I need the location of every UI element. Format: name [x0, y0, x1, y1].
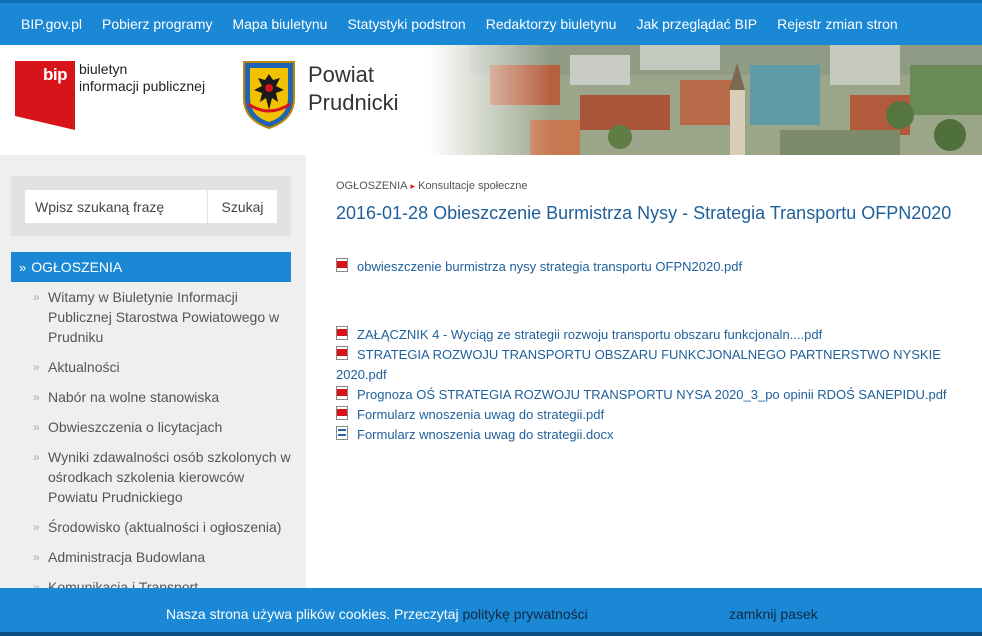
top-navigation: BIP.gov.pl Pobierz programy Mapa biulety… — [0, 0, 982, 45]
submenu-item-label: Obwieszczenia o licytacjach — [48, 419, 223, 435]
page-title: 2016-01-28 Obieszczenie Burmistrza Nysy … — [336, 203, 952, 223]
attachment-link[interactable]: ZAŁĄCZNIK 4 - Wyciąg ze strategii rozwoj… — [336, 325, 976, 345]
submenu-item-label: Witamy w Biuletynie Informacji Publiczne… — [48, 289, 280, 345]
breadcrumb-separator-icon: ▸ — [410, 181, 416, 191]
bip-line-1: biuletyn — [79, 61, 128, 77]
search-input[interactable] — [25, 190, 207, 223]
bip-logo[interactable]: bip biuletyn informacji publicznej — [15, 61, 215, 131]
town-aerial-photo — [430, 45, 982, 155]
powiat-line-2: Prudnicki — [308, 90, 399, 115]
bip-logo-tail — [15, 116, 75, 130]
privacy-policy-link[interactable]: politykę prywatności — [462, 606, 587, 622]
attachment-label: obwieszczenie burmistrza nysy strategia … — [357, 259, 743, 274]
main-content: OGŁOSZENIA ▸ Konsultacje społeczne 2016-01… — [306, 155, 982, 588]
submenu-item-label: Administracja Budowlana — [48, 549, 206, 565]
attachment-label: STRATEGIA ROZWOJU TRANSPORTU OBSZARU FUN… — [336, 347, 941, 382]
attachment-label: Formularz wnoszenia uwag do strategii.do… — [357, 427, 614, 442]
attachment-label: ZAŁĄCZNIK 4 - Wyciąg ze strategii rozwoj… — [357, 327, 823, 342]
pdf-file-icon — [336, 345, 357, 365]
word-file-icon — [336, 425, 357, 445]
nav-link-pobierz-programy[interactable]: Pobierz programy — [92, 16, 223, 32]
breadcrumb-current[interactable]: Konsultacje społeczne — [418, 180, 527, 192]
attachments-list: obwieszczenie burmistrza nysy strategia … — [336, 257, 976, 445]
cookie-message: Nasza strona używa plików cookies. Przec… — [166, 606, 459, 622]
powiat-crest-icon[interactable] — [240, 58, 298, 130]
attachment-label: Prognoza OŚ STRATEGIA ROZWOJU TRANSPORTU… — [357, 387, 947, 402]
submenu: » Witamy w Biuletynie Informacji Publiczn… — [33, 287, 295, 607]
nav-link-jak-przegladac[interactable]: Jak przeglądać BIP — [626, 16, 767, 32]
cookie-message-wrap: Nasza strona używa plików cookies. Przec… — [166, 606, 588, 622]
chevron-right-icon: » — [33, 520, 40, 534]
search-button[interactable]: Szukaj — [207, 190, 277, 223]
bip-logo-text: bip — [43, 65, 68, 84]
submenu-item[interactable]: » Aktualności — [33, 357, 295, 377]
submenu-item-label: Aktualności — [48, 359, 120, 375]
chevron-right-icon: » — [19, 259, 27, 275]
attachment-link[interactable]: STRATEGIA ROZWOJU TRANSPORTU OBSZARU FUN… — [336, 345, 976, 385]
submenu-item[interactable]: » Środowisko (aktualności i ogłoszenia) — [33, 517, 295, 537]
powiat-name: Powiat Prudnicki — [308, 61, 398, 117]
site-header: bip biuletyn informacji publicznej Powia… — [0, 45, 982, 155]
nav-link-statystyki[interactable]: Statystyki podstron — [337, 16, 475, 32]
chevron-right-icon: » — [33, 450, 40, 464]
attachment-link[interactable]: Formularz wnoszenia uwag do strategii.do… — [336, 425, 976, 445]
attachment-label: Formularz wnoszenia uwag do strategii.pd… — [357, 407, 605, 422]
breadcrumb: OGŁOSZENIA ▸ Konsultacje społeczne — [336, 180, 528, 192]
menu-item-label: OGŁOSZENIA — [31, 259, 123, 275]
bip-logo-words: biuletyn informacji publicznej — [79, 61, 205, 95]
submenu-item-label: Środowisko (aktualności i ogłoszenia) — [48, 519, 282, 535]
pdf-file-icon — [336, 385, 357, 405]
powiat-line-1: Powiat — [308, 62, 375, 87]
attachment-link[interactable]: Prognoza OŚ STRATEGIA ROZWOJU TRANSPORTU… — [336, 385, 976, 405]
chevron-right-icon: » — [33, 390, 40, 404]
left-sidebar: Szukaj » OGŁOSZENIA » Witamy w Biuletynie… — [0, 155, 306, 595]
submenu-item-label: Wyniki zdawalności osób szkolonych w ośr… — [48, 449, 291, 505]
pdf-file-icon — [336, 257, 357, 277]
submenu-item[interactable]: » Witamy w Biuletynie Informacji Publiczn… — [33, 287, 295, 347]
pdf-file-icon — [336, 325, 357, 345]
chevron-right-icon: » — [33, 550, 40, 564]
submenu-item-label: Nabór na wolne stanowiska — [48, 389, 220, 405]
chevron-right-icon: » — [33, 290, 40, 304]
nav-link-mapa-biuletynu[interactable]: Mapa biuletynu — [222, 16, 337, 32]
chevron-right-icon: » — [33, 360, 40, 374]
close-cookie-bar-button[interactable]: zamknij pasek — [729, 606, 818, 622]
breadcrumb-root[interactable]: OGŁOSZENIA — [336, 180, 408, 192]
bip-line-2: informacji publicznej — [79, 78, 206, 94]
nav-link-rejestr-zmian[interactable]: Rejestr zmian stron — [767, 16, 908, 32]
bip-logo-mark: bip — [15, 61, 75, 116]
menu-item-ogloszenia[interactable]: » OGŁOSZENIA — [11, 252, 291, 282]
pdf-file-icon — [336, 405, 357, 425]
submenu-item[interactable]: » Wyniki zdawalności osób szkolonych w oś… — [33, 447, 295, 507]
cookie-bar: Nasza strona używa plików cookies. Przec… — [0, 588, 982, 636]
nav-link-bip-gov[interactable]: BIP.gov.pl — [11, 16, 92, 32]
chevron-right-icon: » — [33, 420, 40, 434]
nav-link-redaktorzy[interactable]: Redaktorzy biuletynu — [476, 16, 627, 32]
search-box: Szukaj — [11, 176, 291, 236]
submenu-item[interactable]: » Obwieszczenia o licytacjach — [33, 417, 295, 437]
submenu-item[interactable]: » Administracja Budowlana — [33, 547, 295, 567]
attachment-link[interactable]: obwieszczenie burmistrza nysy strategia … — [336, 257, 976, 277]
submenu-item[interactable]: » Nabór na wolne stanowiska — [33, 387, 295, 407]
attachment-link[interactable]: Formularz wnoszenia uwag do strategii.pd… — [336, 405, 976, 425]
